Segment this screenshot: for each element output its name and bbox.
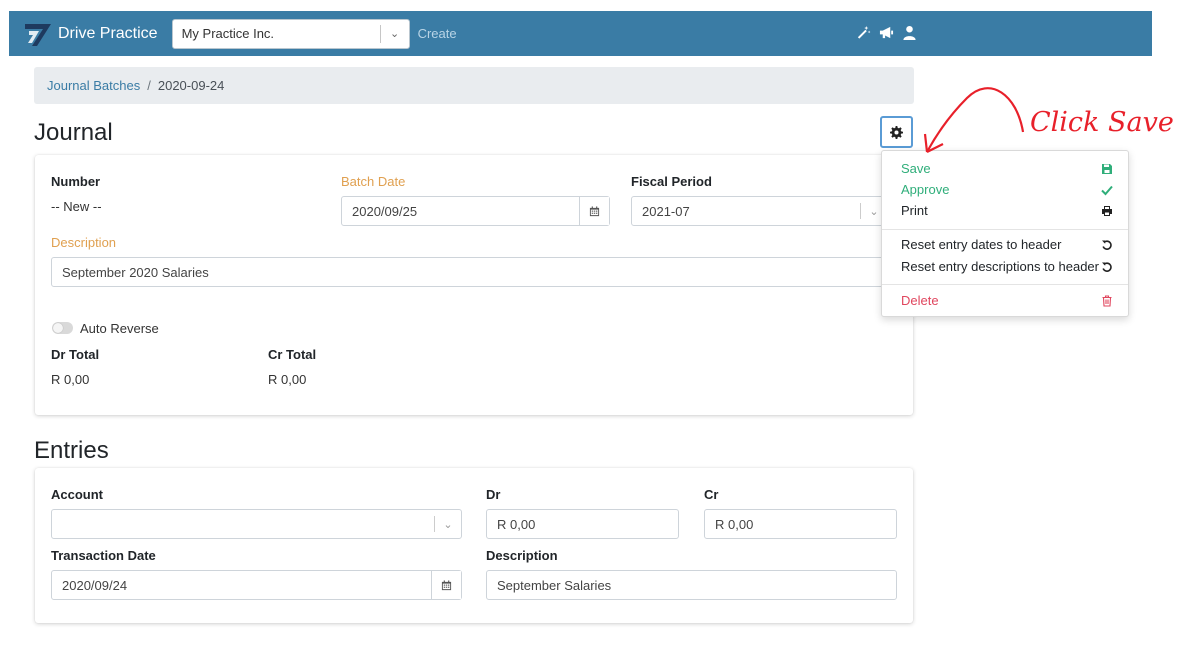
number-value: -- New --	[51, 199, 102, 214]
journal-card: Number -- New -- Batch Date 2020/09/25 F…	[35, 155, 913, 415]
cr-input[interactable]: R 0,00	[704, 509, 897, 539]
entries-title: Entries	[34, 437, 109, 464]
menu-item-label: Delete	[901, 293, 939, 308]
transaction-date-value: 2020/09/24	[62, 577, 128, 593]
magic-wand-icon[interactable]	[856, 25, 871, 40]
transaction-date-label: Transaction Date	[51, 548, 156, 563]
menu-item-print[interactable]: Print	[901, 203, 1113, 218]
menu-divider	[882, 229, 1128, 230]
print-icon	[1102, 205, 1112, 216]
cr-total-label: Cr Total	[268, 347, 317, 362]
cr-label: Cr	[704, 487, 719, 502]
undo-icon	[1102, 239, 1112, 250]
menu-item-label: Approve	[901, 182, 950, 197]
breadcrumb-separator: /	[147, 78, 151, 93]
menu-item-label: Reset entry dates to header	[901, 237, 1062, 252]
dr-label: Dr	[486, 487, 501, 502]
annotation-text: Click Save	[1030, 107, 1174, 138]
account-label: Account	[51, 487, 103, 502]
company-select-value: My Practice Inc.	[181, 26, 275, 41]
cr-total-value: R 0,00	[268, 372, 307, 387]
gear-icon	[890, 125, 903, 139]
trash-icon	[1102, 294, 1112, 307]
top-navbar: Drive Practice My Practice Inc. ⌄ Create	[9, 11, 1152, 56]
fiscal-period-value: 2021-07	[642, 203, 690, 219]
menu-item-reset-entry-dates[interactable]: Reset entry dates to header	[901, 237, 1113, 252]
create-link[interactable]: Create	[418, 26, 457, 41]
menu-item-delete[interactable]: Delete	[901, 293, 1113, 308]
chevron-down-icon[interactable]: ⌄	[381, 27, 409, 40]
auto-reverse-toggle[interactable]	[52, 322, 73, 334]
menu-divider	[882, 284, 1128, 285]
entry-description-value: September Salaries	[497, 577, 612, 593]
description-input[interactable]: September 2020 Salaries	[51, 257, 888, 287]
toggle-knob	[53, 323, 63, 333]
breadcrumb-link-journal-batches[interactable]: Journal Batches	[47, 78, 140, 93]
calendar-icon	[441, 579, 452, 590]
transaction-date-input[interactable]: 2020/09/24	[51, 570, 462, 600]
menu-item-label: Print	[901, 203, 928, 218]
menu-item-approve[interactable]: Approve	[901, 182, 1113, 197]
undo-icon	[1102, 261, 1112, 272]
entry-description-input[interactable]: September Salaries	[486, 570, 897, 600]
entries-card: Account ⌄ Dr R 0,00 Cr R 0,00 Transactio…	[35, 468, 913, 623]
calendar-button[interactable]	[431, 571, 461, 599]
dr-value: R 0,00	[497, 516, 536, 532]
dr-input[interactable]: R 0,00	[486, 509, 679, 539]
calendar-icon	[589, 205, 600, 216]
brand[interactable]: Drive Practice	[23, 21, 158, 47]
description-value: September 2020 Salaries	[62, 264, 209, 280]
megaphone-icon[interactable]	[879, 25, 894, 40]
chevron-down-icon[interactable]: ⌄	[435, 518, 461, 531]
brand-logo-icon	[25, 23, 51, 46]
company-select[interactable]: My Practice Inc. ⌄	[171, 18, 410, 49]
dr-total-value: R 0,00	[51, 372, 90, 387]
fiscal-period-select[interactable]: 2021-07 ⌄	[631, 196, 888, 226]
entry-description-label: Description	[486, 548, 558, 563]
cr-value: R 0,00	[715, 516, 754, 532]
batch-date-input[interactable]: 2020/09/25	[341, 196, 610, 226]
menu-item-label: Reset entry descriptions to header	[901, 259, 1099, 274]
number-label: Number	[51, 174, 101, 189]
user-icon[interactable]	[902, 25, 917, 40]
description-label: Description	[51, 235, 117, 250]
brand-name: Drive Practice	[58, 24, 158, 42]
nav-icons	[856, 25, 917, 40]
fiscal-period-label: Fiscal Period	[631, 174, 712, 189]
account-select[interactable]: ⌄	[51, 509, 462, 539]
calendar-button[interactable]	[579, 197, 609, 225]
batch-date-label: Batch Date	[341, 174, 406, 189]
breadcrumb-current: 2020-09-24	[157, 78, 225, 93]
dr-total-label: Dr Total	[51, 347, 100, 362]
batch-date-value: 2020/09/25	[352, 203, 418, 219]
journal-title: Journal	[34, 119, 113, 146]
annotation-arrow	[923, 87, 1025, 153]
check-icon	[1101, 185, 1113, 195]
auto-reverse-label: Auto Reverse	[80, 321, 159, 336]
save-icon	[1102, 163, 1112, 174]
breadcrumb: Journal Batches / 2020-09-24	[34, 67, 914, 104]
menu-item-reset-entry-descriptions[interactable]: Reset entry descriptions to header	[901, 259, 1113, 274]
